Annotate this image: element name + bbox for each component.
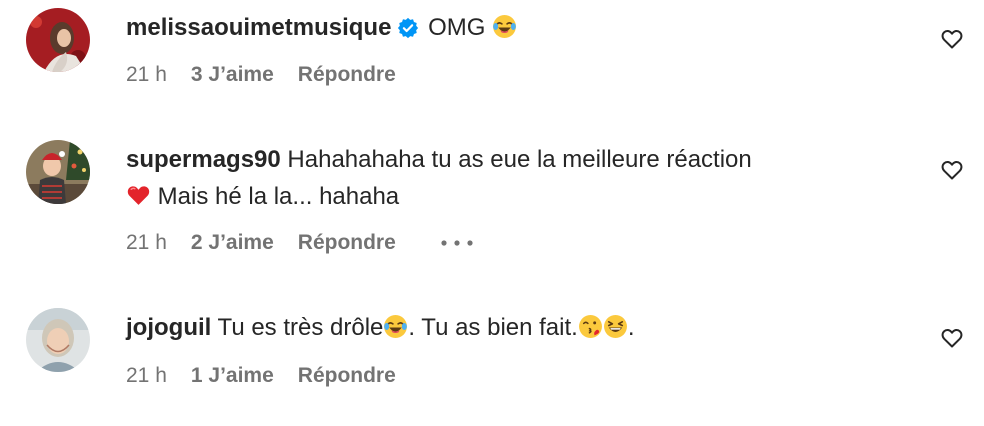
child-christmas-tree-avatar-image <box>26 140 90 204</box>
comment-likes-count[interactable]: 1 J’aime <box>191 364 274 388</box>
reply-button[interactable]: Répondre <box>298 231 396 255</box>
comment-meta: 21 h 3 J’aime Répondre <box>126 63 396 87</box>
more-options-icon[interactable] <box>440 239 474 247</box>
comment-body-text: Hahahahaha tu as eue la meilleure réacti… <box>287 146 752 173</box>
face-with-tears-of-joy-icon <box>492 13 517 38</box>
comment-username[interactable]: melissaouimetmusique <box>126 14 391 41</box>
comment-line-1: supermags90 Hahahahaha tu as eue la meil… <box>126 141 896 178</box>
comment-line-2: Mais hé la la... hahaha <box>126 178 896 215</box>
reply-button[interactable]: Répondre <box>298 364 396 388</box>
comment-text: supermags90 Hahahahaha tu as eue la meil… <box>126 141 896 215</box>
reply-button[interactable]: Répondre <box>298 63 396 87</box>
grinning-squinting-face-icon <box>603 313 628 338</box>
comment-timestamp[interactable]: 21 h <box>126 63 167 87</box>
avatar[interactable] <box>26 308 90 372</box>
comment-body-text-2: Mais hé la la... hahaha <box>151 183 400 210</box>
woman-red-background-avatar-image <box>26 8 90 72</box>
comment-meta: 21 h 2 J’aime Répondre <box>126 231 474 255</box>
comment-body-text-3: . <box>627 314 635 341</box>
red-heart-icon <box>126 182 151 207</box>
comment-body-text: OMG <box>428 14 493 41</box>
like-heart-icon[interactable] <box>940 27 964 51</box>
comment-username[interactable]: supermags90 <box>126 146 281 173</box>
comment-meta: 21 h 1 J’aime Répondre <box>126 364 396 388</box>
comment-username[interactable]: jojoguil <box>126 314 211 341</box>
like-heart-icon[interactable] <box>940 326 964 350</box>
comment-body-text-2: . Tu as bien fait. <box>408 314 578 341</box>
comment-timestamp[interactable]: 21 h <box>126 364 167 388</box>
comment-likes-count[interactable]: 2 J’aime <box>191 231 274 255</box>
comment-likes-count[interactable]: 3 J’aime <box>191 63 274 87</box>
woman-grey-hair-avatar-image <box>26 308 90 372</box>
comment-body-text: Tu es très drôle <box>217 314 384 341</box>
face-with-tears-of-joy-icon <box>383 313 408 338</box>
avatar[interactable] <box>26 8 90 72</box>
like-heart-icon[interactable] <box>940 158 964 182</box>
comment-timestamp[interactable]: 21 h <box>126 231 167 255</box>
face-blowing-kiss-icon <box>578 313 603 338</box>
verified-badge-icon <box>397 13 419 39</box>
avatar[interactable] <box>26 140 90 204</box>
comment-text: melissaouimetmusique OMG <box>126 9 896 46</box>
comment-text: jojoguil Tu es très drôle . Tu as bien fa… <box>126 309 896 346</box>
